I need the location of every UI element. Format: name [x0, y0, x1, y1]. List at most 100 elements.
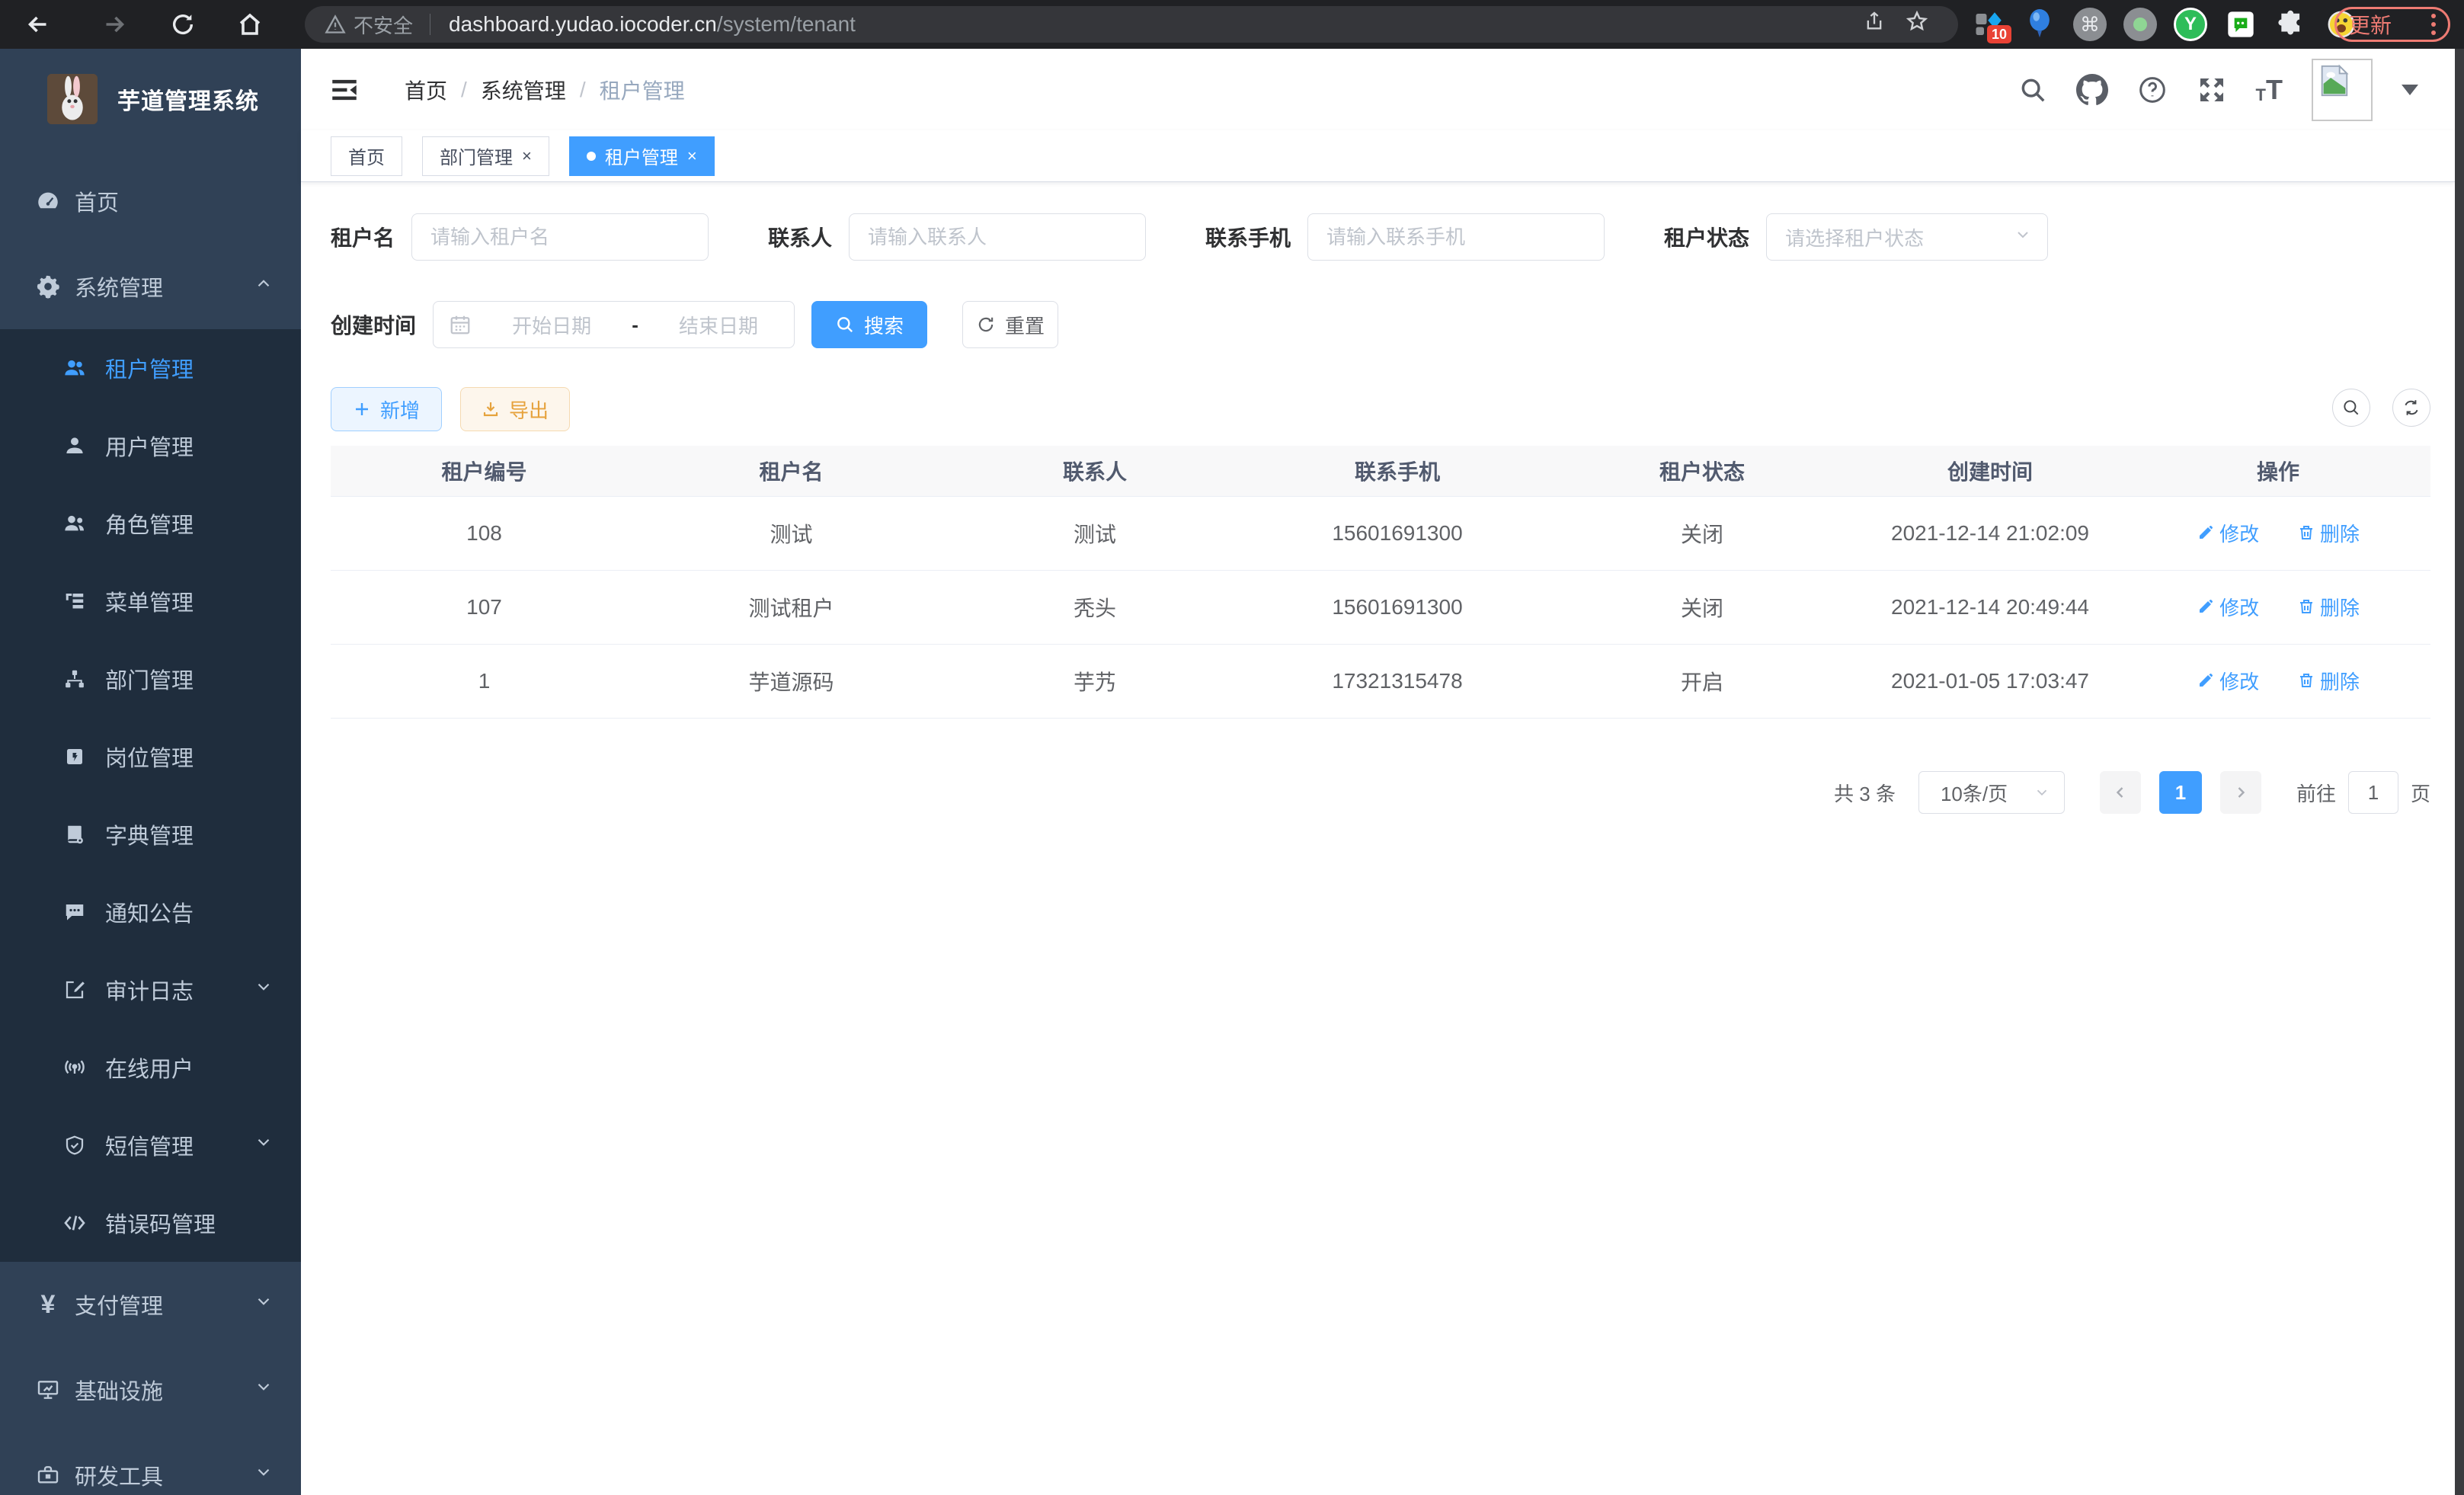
browser-bar: 不安全 dashboard.yudao.iocoder.cn/system/te… [0, 0, 2464, 49]
add-button[interactable]: 新增 [331, 387, 442, 431]
online-icon [61, 1055, 88, 1080]
edit-link[interactable]: 修改 [2197, 593, 2259, 621]
hamburger-icon [328, 74, 360, 106]
sms-icon [61, 1134, 88, 1157]
search-button[interactable]: 搜索 [811, 301, 927, 348]
fullscreen-button[interactable] [2197, 75, 2227, 105]
goto-page-input[interactable] [2348, 771, 2398, 814]
extension-chat-button[interactable] [2223, 7, 2258, 42]
column-header-contact: 联系人 [945, 446, 1245, 496]
extension-puzzle-button[interactable] [2274, 7, 2309, 42]
pagination-total: 共 3 条 [1834, 779, 1896, 807]
extension-recorder-button[interactable] [2123, 7, 2158, 42]
prev-page-button[interactable] [2100, 771, 2141, 814]
sidebar-item-menu[interactable]: 菜单管理 [0, 562, 301, 640]
dict-icon [61, 823, 88, 846]
sidebar-item-sms[interactable]: 短信管理 [0, 1106, 301, 1184]
extension-yudao-button[interactable]: Y [2173, 7, 2208, 42]
cell-contact: 测试 [945, 496, 1245, 570]
topbar: 首页 / 系统管理 / 租户管理 [301, 49, 2455, 130]
github-icon [2076, 74, 2108, 106]
avatar[interactable] [2312, 59, 2373, 121]
browser-home-button[interactable] [226, 0, 274, 49]
export-button[interactable]: 导出 [460, 387, 570, 431]
tab-close-icon[interactable]: × [687, 146, 697, 166]
sidebar-item-label: 角色管理 [105, 507, 194, 539]
next-page-button[interactable] [2220, 771, 2261, 814]
page-number-1[interactable]: 1 [2159, 771, 2202, 814]
browser-menu-icon[interactable] [2431, 14, 2436, 35]
page-size-select[interactable]: 10条/页 [1918, 771, 2065, 814]
bookmark-button[interactable] [1896, 10, 1938, 39]
dept-icon [61, 667, 88, 690]
page-scrollbar-strip[interactable] [2455, 49, 2464, 1495]
tab-dept[interactable]: 部门管理 × [422, 136, 549, 176]
browser-back-button[interactable] [14, 0, 62, 49]
sidebar-item-label: 错误码管理 [105, 1207, 216, 1239]
menu-tree-icon [61, 590, 88, 613]
cell-tenant-name: 测试租户 [638, 570, 945, 644]
sidebar-item-dept[interactable]: 部门管理 [0, 640, 301, 718]
sidebar-item-post[interactable]: 岗位管理 [0, 718, 301, 796]
sidebar-item-audit[interactable]: 审计日志 [0, 951, 301, 1029]
pagination: 共 3 条 10条/页 1 前往 页 [1834, 771, 2430, 814]
mobile-input[interactable] [1307, 213, 1605, 261]
toggle-search-button[interactable] [2332, 389, 2370, 427]
help-button[interactable] [2137, 75, 2168, 105]
browser-reload-button[interactable] [158, 0, 207, 49]
sidebar-item-dict[interactable]: 字典管理 [0, 796, 301, 873]
sidebar-item-notice[interactable]: 通知公告 [0, 873, 301, 951]
sidebar-item-tenant[interactable]: 租户管理 [0, 329, 301, 407]
sidebar-item-errorcode[interactable]: 错误码管理 [0, 1184, 301, 1262]
sidebar-item-home[interactable]: 首页 [0, 158, 301, 244]
contact-input[interactable] [849, 213, 1146, 261]
sidebar-item-pay[interactable]: ¥ 支付管理 [0, 1262, 301, 1347]
mobile-label: 联系手机 [1205, 222, 1291, 252]
share-button[interactable] [1853, 11, 1896, 38]
refresh-table-button[interactable] [2392, 389, 2430, 427]
sidebar-item-online[interactable]: 在线用户 [0, 1029, 301, 1106]
audit-icon [61, 978, 88, 1001]
record-dot-icon [2123, 8, 2157, 41]
github-link-button[interactable] [2076, 74, 2108, 106]
breadcrumb-home[interactable]: 首页 [405, 75, 447, 105]
breadcrumb-section[interactable]: 系统管理 [481, 75, 566, 105]
sidebar-item-system[interactable]: 系统管理 [0, 244, 301, 329]
sidebar-item-user[interactable]: 用户管理 [0, 407, 301, 485]
logo-image [47, 74, 98, 124]
cell-tenant-name: 芋道源码 [638, 644, 945, 718]
sidebar-item-devtools[interactable]: 研发工具 [0, 1433, 301, 1495]
delete-link[interactable]: 删除 [2297, 667, 2360, 695]
rabbit-logo-icon [47, 74, 98, 124]
cell-contact: 秃头 [945, 570, 1245, 644]
tab-close-icon[interactable]: × [522, 146, 532, 166]
address-bar[interactable]: 不安全 dashboard.yudao.iocoder.cn/system/te… [305, 6, 1958, 43]
reload-icon [170, 11, 196, 37]
sidebar-item-role[interactable]: 角色管理 [0, 485, 301, 562]
logo-row[interactable]: 芋道管理系统 [0, 49, 301, 128]
status-select[interactable]: 请选择租户状态 [1766, 213, 2048, 261]
extension-tampermonkey-button[interactable]: 10 [1972, 7, 2007, 42]
sidebar-collapse-button[interactable] [328, 74, 360, 106]
extension-command-button[interactable]: ⌘ [2072, 7, 2107, 42]
reset-button[interactable]: 重置 [962, 301, 1058, 348]
edit-link[interactable]: 修改 [2197, 667, 2259, 695]
tab-home[interactable]: 首页 [331, 136, 402, 176]
delete-link[interactable]: 删除 [2297, 519, 2360, 547]
font-size-button[interactable]: TT [2256, 76, 2283, 104]
header-search-button[interactable] [2018, 75, 2047, 104]
date-separator: - [632, 313, 638, 337]
delete-link[interactable]: 删除 [2297, 593, 2360, 621]
create-time-range-picker[interactable]: 开始日期 - 结束日期 [433, 301, 795, 348]
edit-link[interactable]: 修改 [2197, 519, 2259, 547]
tab-tenant[interactable]: 租户管理 × [569, 136, 715, 176]
broken-image-icon [2316, 63, 2351, 98]
sidebar-item-infra[interactable]: 基础设施 [0, 1347, 301, 1433]
extension-balloon-button[interactable] [2022, 7, 2057, 42]
tenant-name-input[interactable] [411, 213, 709, 261]
avatar-dropdown-caret[interactable] [2402, 85, 2418, 95]
filter-row-1: 租户名 联系人 联系手机 租户状态 请选择租户状态 [331, 213, 2048, 261]
browser-forward-button[interactable] [90, 0, 139, 49]
table-row: 1 芋道源码 芋艿 17321315478 开启 2021-01-05 17:0… [331, 644, 2430, 718]
browser-update-button[interactable]: 更新 [2334, 7, 2450, 42]
